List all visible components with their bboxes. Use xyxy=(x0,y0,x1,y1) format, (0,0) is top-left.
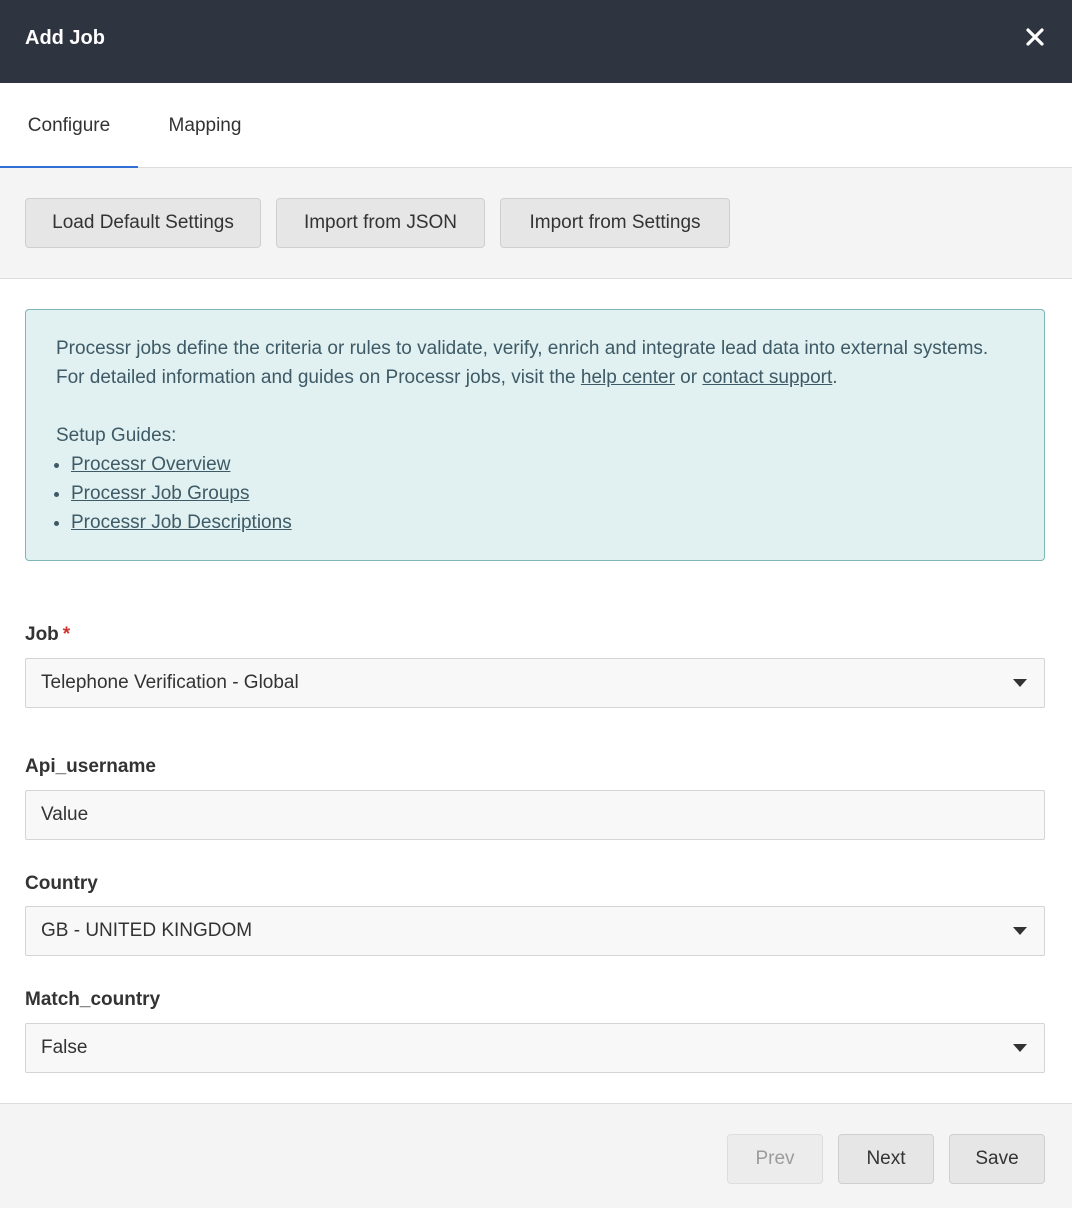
api-username-value: Value xyxy=(41,804,89,825)
country-select[interactable]: GB - UNITED KINGDOM xyxy=(25,906,1045,956)
job-select[interactable]: Telephone Verification - Global xyxy=(25,658,1045,708)
info-panel: Processr jobs define the criteria or rul… xyxy=(25,309,1045,561)
info-text-or: or xyxy=(674,367,703,388)
load-default-settings-button[interactable]: Load Default Settings xyxy=(25,198,261,248)
required-mark: * xyxy=(62,624,71,645)
match-country-label: Match_country xyxy=(25,989,161,1010)
match-country-select[interactable]: False xyxy=(25,1023,1045,1073)
list-item: Processr Job Groups xyxy=(71,479,1014,508)
close-icon[interactable] xyxy=(1020,22,1050,52)
list-item: Processr Job Descriptions xyxy=(71,508,1014,537)
list-item: Processr Overview xyxy=(71,450,1014,479)
info-text-line2: For detailed information and guides on P… xyxy=(56,363,1014,392)
help-center-link[interactable]: help center xyxy=(581,367,675,388)
country-select-value: GB - UNITED KINGDOM xyxy=(41,920,253,941)
prev-button[interactable]: Prev xyxy=(727,1134,823,1184)
caret-down-icon xyxy=(1013,679,1027,687)
import-from-settings-button[interactable]: Import from Settings xyxy=(500,198,730,248)
tab-configure[interactable]: Configure xyxy=(0,83,138,169)
info-text-prefix: For detailed information and guides on P… xyxy=(56,367,581,388)
api-username-input[interactable]: Value xyxy=(25,790,1045,840)
next-button[interactable]: Next xyxy=(838,1134,934,1184)
import-from-json-button[interactable]: Import from JSON xyxy=(276,198,485,248)
tab-mapping[interactable]: Mapping xyxy=(138,83,272,168)
save-button[interactable]: Save xyxy=(949,1134,1045,1184)
dialog-title: Add Job xyxy=(25,27,105,49)
match-country-select-value: False xyxy=(41,1037,88,1058)
tab-bar: Configure Mapping xyxy=(0,83,1072,169)
processr-job-descriptions-link[interactable]: Processr Job Descriptions xyxy=(71,512,292,533)
processr-job-groups-link[interactable]: Processr Job Groups xyxy=(71,483,249,504)
api-username-label: Api_username xyxy=(25,756,156,777)
country-label: Country xyxy=(25,873,98,894)
job-select-value: Telephone Verification - Global xyxy=(41,672,299,693)
processr-overview-link[interactable]: Processr Overview xyxy=(71,454,230,475)
caret-down-icon xyxy=(1013,1044,1027,1052)
caret-down-icon xyxy=(1013,927,1027,935)
contact-support-link[interactable]: contact support xyxy=(702,367,832,388)
info-text-line1: Processr jobs define the criteria or rul… xyxy=(56,338,989,359)
info-text-period: . xyxy=(832,367,838,388)
setup-guides-heading: Setup Guides: xyxy=(56,425,177,446)
setup-guides-list: Processr Overview Processr Job Groups Pr… xyxy=(71,450,1014,537)
toolbar: Load Default Settings Import from JSON I… xyxy=(0,168,1072,279)
job-label: Job * xyxy=(25,623,70,647)
dialog-footer: Prev Next Save xyxy=(0,1103,1072,1208)
job-label-text: Job xyxy=(25,624,59,645)
dialog-header: Add Job xyxy=(0,0,1072,83)
